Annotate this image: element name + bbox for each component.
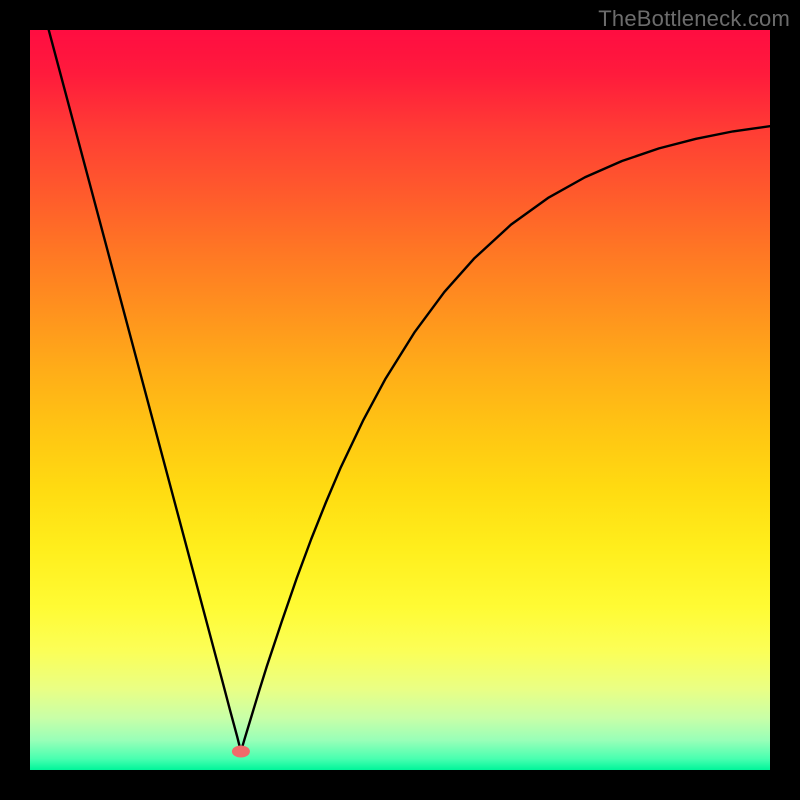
bottleneck-curve xyxy=(30,30,770,752)
plot-area xyxy=(30,30,770,770)
chart-frame: TheBottleneck.com xyxy=(0,0,800,800)
watermark-text: TheBottleneck.com xyxy=(598,6,790,32)
minimum-marker xyxy=(232,746,250,758)
curve-layer xyxy=(30,30,770,770)
